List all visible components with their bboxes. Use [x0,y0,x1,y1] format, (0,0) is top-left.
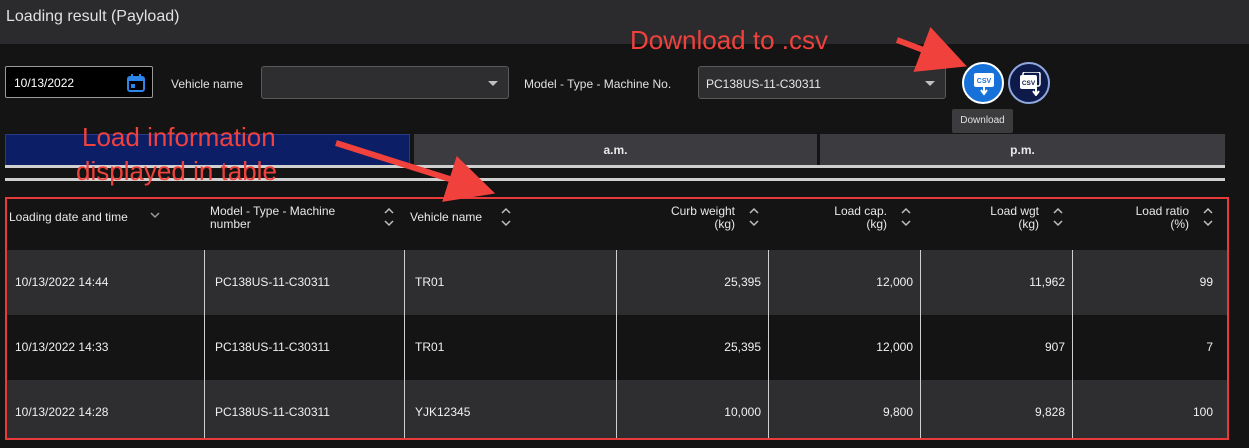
annotation-load-line2: displayed in table [76,156,277,186]
annotation-load-line1: Load information [82,122,276,152]
download-arrow [895,26,967,72]
table-arrow [335,140,496,202]
annotation-arrows [335,26,967,202]
annotation-download: Download to .csv [630,25,828,55]
